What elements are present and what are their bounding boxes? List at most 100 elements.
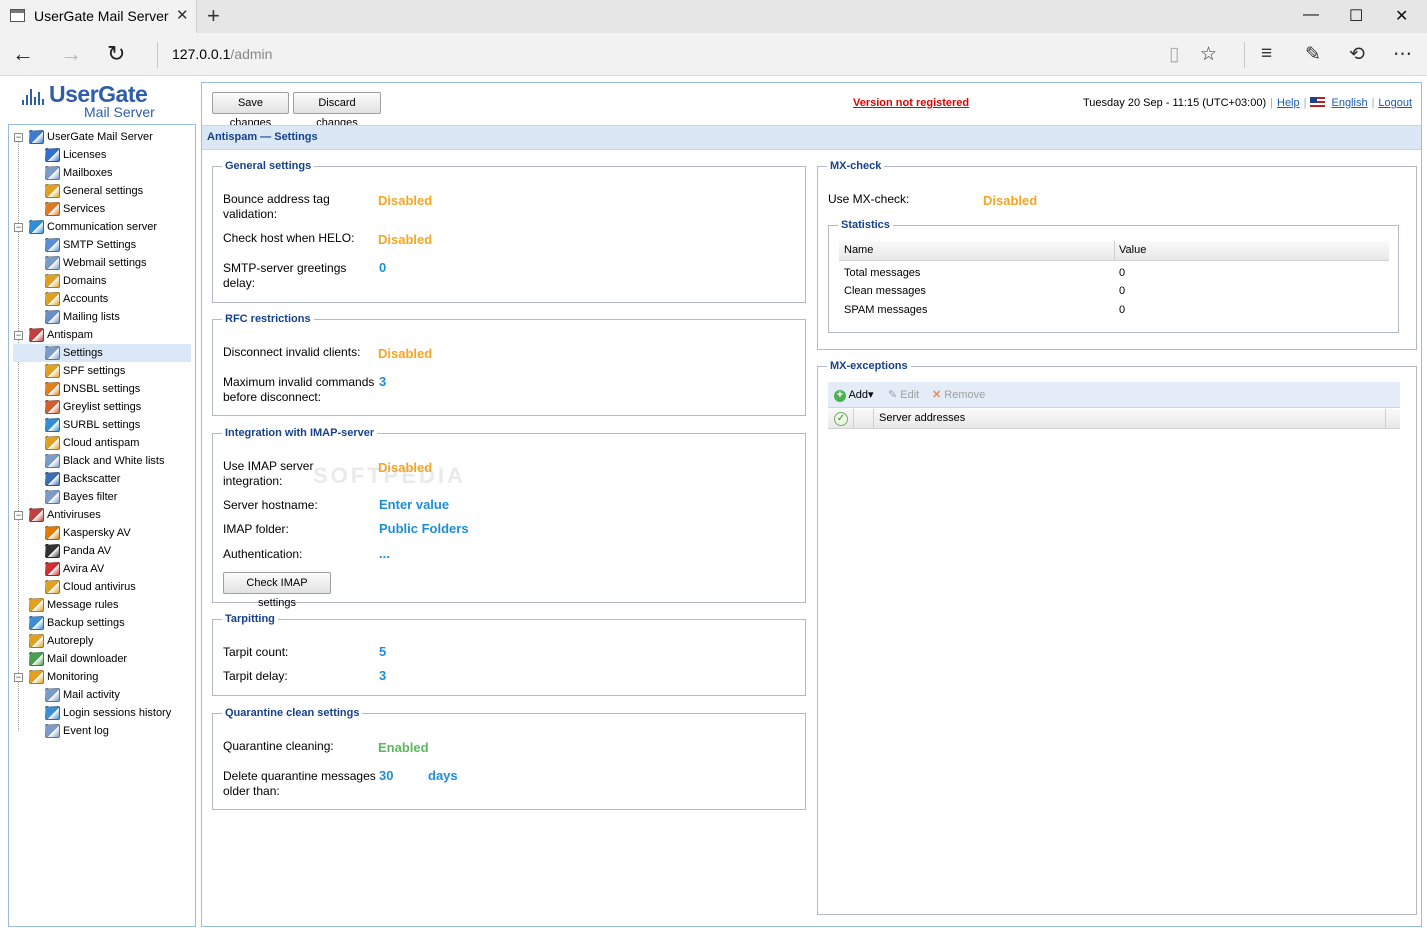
sidebar-item-general-settings[interactable]: General settings (13, 182, 191, 200)
tarpit-delay-label: Tarpit delay: (223, 669, 288, 683)
name-column-header[interactable]: Name (844, 244, 873, 256)
sidebar-item-event-log[interactable]: Event log (13, 722, 191, 740)
sidebar-item-antiviruses[interactable]: − Antiviruses (13, 506, 191, 524)
reading-view-icon[interactable]: ▯ (1169, 43, 1179, 66)
sidebar-item-bayes-filter[interactable]: Bayes filter (13, 488, 191, 506)
sidebar-item-panda-av[interactable]: Panda AV (13, 542, 191, 560)
us-flag-icon (1310, 97, 1326, 107)
refresh-icon[interactable]: ↻ (107, 41, 125, 67)
sidebar-item-label: Cloud antivirus (63, 581, 136, 593)
disconnect-invalid-label: Disconnect invalid clients: (223, 345, 361, 359)
check-helo-value[interactable]: Disabled (378, 232, 432, 247)
kaspersky-icon (45, 526, 60, 540)
check-imap-settings-button[interactable]: Check IMAP settings (223, 572, 331, 609)
collapse-toggle-icon[interactable]: − (14, 133, 23, 142)
help-link[interactable]: Help (1277, 97, 1300, 109)
collapse-toggle-icon[interactable]: − (14, 223, 23, 232)
tab-close-icon[interactable]: ✕ (176, 6, 189, 24)
favorite-star-icon[interactable]: ☆ (1200, 43, 1217, 66)
more-menu-icon[interactable]: ⋯ (1393, 43, 1412, 66)
sidebar-item-kaspersky-av[interactable]: Kaspersky AV (13, 524, 191, 542)
sidebar-item-black-and-white-lists[interactable]: Black and White lists (13, 452, 191, 470)
new-tab-button[interactable]: + (207, 3, 220, 29)
delete-quarantine-unit: days (428, 768, 458, 783)
collapse-toggle-icon[interactable]: − (14, 673, 23, 682)
forward-arrow-icon[interactable]: → (60, 41, 82, 67)
disconnect-invalid-value[interactable]: Disabled (378, 346, 432, 361)
logo-subtitle: Mail Server (84, 104, 155, 120)
sidebar-item-label: Kaspersky AV (63, 527, 131, 539)
back-arrow-icon[interactable]: ← (12, 41, 34, 67)
hub-icon[interactable]: ≡ (1261, 43, 1272, 65)
navigation-tree: − UserGate Mail Server Licenses Mailboxes Ge… (8, 124, 196, 927)
value-column-header[interactable]: Value (1119, 244, 1146, 256)
select-all-checkbox[interactable]: ✓ (834, 412, 848, 426)
sidebar-item-backscatter[interactable]: Backscatter (13, 470, 191, 488)
tarpit-delay-value[interactable]: 3 (379, 668, 386, 683)
address-bar[interactable]: 127.0.0.1/admin (172, 46, 272, 62)
imap-folder-value[interactable]: Public Folders (379, 521, 469, 536)
max-invalid-commands-value[interactable]: 3 (379, 374, 386, 389)
greylist-icon (45, 400, 60, 414)
sidebar-item-usergate-mail-server[interactable]: − UserGate Mail Server (13, 128, 191, 146)
sidebar-item-accounts[interactable]: Accounts (13, 290, 191, 308)
autoreply-icon (29, 634, 44, 648)
server-hostname-value[interactable]: Enter value (379, 497, 449, 512)
discard-changes-button[interactable]: Discard changes (293, 92, 381, 129)
sidebar-item-dnsbl-settings[interactable]: DNSBL settings (13, 380, 191, 398)
sidebar-item-surbl-settings[interactable]: SURBL settings (13, 416, 191, 434)
collapse-toggle-icon[interactable]: − (14, 331, 23, 340)
version-not-registered-link[interactable]: Version not registered (853, 97, 969, 109)
quarantine-cleaning-value[interactable]: Enabled (378, 740, 429, 755)
sidebar-item-mailing-lists[interactable]: Mailing lists (13, 308, 191, 326)
greetings-delay-value[interactable]: 0 (379, 260, 386, 275)
sidebar-item-licenses[interactable]: Licenses (13, 146, 191, 164)
add-button[interactable]: + Add▾ (834, 388, 874, 402)
sidebar-item-smtp-settings[interactable]: SMTP Settings (13, 236, 191, 254)
sidebar-item-message-rules[interactable]: Message rules (13, 596, 191, 614)
sidebar-item-monitoring[interactable]: − Monitoring (13, 668, 191, 686)
mx-check-group: MX-check Use MX-check: Disabled Statisti… (817, 160, 1417, 350)
language-link[interactable]: English (1331, 97, 1367, 109)
server-addresses-column-header[interactable]: Server addresses (879, 412, 965, 424)
web-note-icon[interactable]: ✎ (1305, 43, 1321, 66)
sidebar-item-login-sessions-history[interactable]: Login sessions history (13, 704, 191, 722)
sidebar-item-mail-downloader[interactable]: Mail downloader (13, 650, 191, 668)
sidebar-item-settings[interactable]: Settings (13, 344, 191, 362)
sidebar-item-autoreply[interactable]: Autoreply (13, 632, 191, 650)
sidebar-item-communication-server[interactable]: − Communication server (13, 218, 191, 236)
close-window-button[interactable]: ✕ (1395, 6, 1408, 26)
sidebar-item-mail-activity[interactable]: Mail activity (13, 686, 191, 704)
use-mx-check-value[interactable]: Disabled (983, 193, 1037, 208)
browser-tab[interactable]: UserGate Mail Server ✕ (0, 0, 197, 33)
authentication-value[interactable]: ... (379, 546, 390, 561)
logout-link[interactable]: Logout (1378, 97, 1412, 109)
stat-name: Total messages (844, 267, 921, 279)
save-changes-button[interactable]: Save changes (212, 92, 289, 129)
edit-button[interactable]: ✎ Edit (888, 388, 919, 401)
sidebar-item-webmail-settings[interactable]: Webmail settings (13, 254, 191, 272)
domains-icon (45, 274, 60, 288)
delete-quarantine-value[interactable]: 30 (379, 768, 393, 783)
tarpit-count-value[interactable]: 5 (379, 644, 386, 659)
sidebar-item-label: Mailboxes (63, 167, 113, 179)
sidebar-item-cloud-antivirus[interactable]: Cloud antivirus (13, 578, 191, 596)
minimize-button[interactable]: — (1303, 6, 1319, 24)
sidebar-item-greylist-settings[interactable]: Greylist settings (13, 398, 191, 416)
sidebar-item-domains[interactable]: Domains (13, 272, 191, 290)
login-history-icon (45, 706, 60, 720)
sidebar-item-antispam[interactable]: − Antispam (13, 326, 191, 344)
sidebar-item-cloud-antispam[interactable]: Cloud antispam (13, 434, 191, 452)
sidebar-item-spf-settings[interactable]: SPF settings (13, 362, 191, 380)
maximize-button[interactable]: ☐ (1349, 6, 1363, 26)
collapse-toggle-icon[interactable]: − (14, 511, 23, 520)
sidebar-item-mailboxes[interactable]: Mailboxes (13, 164, 191, 182)
share-icon[interactable]: ⟲ (1349, 43, 1365, 66)
sidebar-item-avira-av[interactable]: Avira AV (13, 560, 191, 578)
sidebar-item-backup-settings[interactable]: Backup settings (13, 614, 191, 632)
table-cell: 0 (1119, 304, 1125, 316)
remove-button[interactable]: ✕ Remove (932, 388, 985, 401)
sidebar-item-services[interactable]: Services (13, 200, 191, 218)
bounce-tag-value[interactable]: Disabled (378, 193, 432, 208)
bounce-tag-label: Bounce address tag validation: (223, 192, 330, 221)
